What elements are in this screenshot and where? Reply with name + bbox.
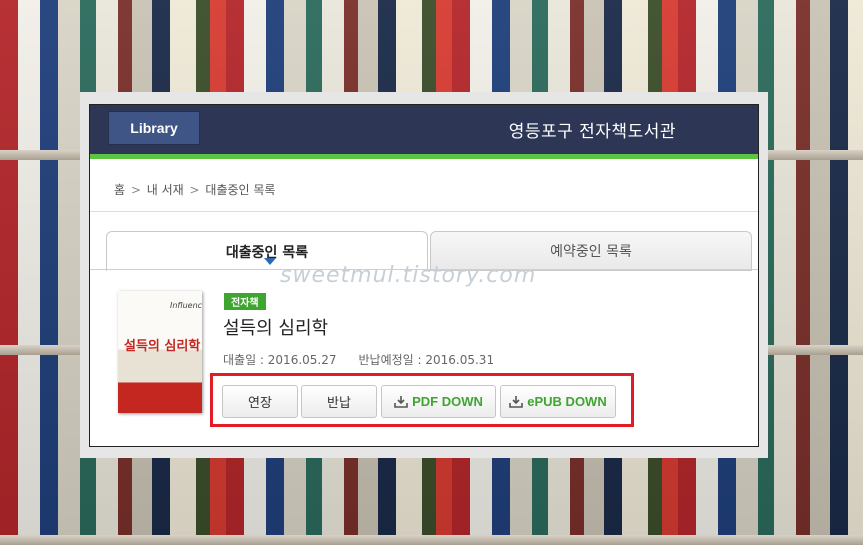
epub-download-label: ePUB DOWN xyxy=(527,394,607,409)
epub-download-button[interactable]: ePUB DOWN xyxy=(500,385,616,418)
pdf-download-button[interactable]: PDF DOWN xyxy=(381,385,496,418)
divider xyxy=(90,211,758,212)
active-tab-caret-icon xyxy=(264,258,276,265)
return-button[interactable]: 반납 xyxy=(301,385,377,418)
cover-tag: Influence xyxy=(170,301,202,310)
loan-date: 대출일 : 2016.05.27 xyxy=(223,353,337,367)
extend-button[interactable]: 연장 xyxy=(222,385,298,418)
shelf-plank xyxy=(0,535,863,545)
download-icon xyxy=(509,395,524,408)
library-button[interactable]: Library xyxy=(108,111,200,145)
book-title[interactable]: 설득의 심리학 xyxy=(223,314,328,340)
breadcrumb-home[interactable]: 홈 xyxy=(114,183,125,197)
breadcrumb: 홈 > 내 서재 > 대출중인 목록 xyxy=(114,181,277,198)
extend-label: 연장 xyxy=(248,396,272,411)
breadcrumb-separator: > xyxy=(189,183,200,197)
site-header: Library 영등포구 전자책도서관 xyxy=(90,105,758,159)
return-date: 반납예정일 : 2016.05.31 xyxy=(358,353,495,367)
breadcrumb-separator: > xyxy=(130,183,141,197)
return-label: 반납 xyxy=(327,396,351,411)
ebook-badge: 전자책 xyxy=(224,293,266,310)
download-icon xyxy=(394,395,408,408)
book-cover[interactable]: Influence 설득의 심리학 xyxy=(118,291,202,413)
breadcrumb-current: 대출중인 목록 xyxy=(205,183,276,197)
cover-title: 설득의 심리학 xyxy=(124,339,201,354)
library-panel: Library 영등포구 전자책도서관 홈 > 내 서재 > 대출중인 목록 대… xyxy=(80,92,768,458)
loan-dates: 대출일 : 2016.05.27 반납예정일 : 2016.05.31 xyxy=(223,351,494,368)
breadcrumb-my-library[interactable]: 내 서재 xyxy=(147,183,184,197)
site-title: 영등포구 전자책도서관 xyxy=(508,122,676,142)
library-page: Library 영등포구 전자책도서관 홈 > 내 서재 > 대출중인 목록 대… xyxy=(89,104,759,447)
watermark: sweetmul.tistory.com xyxy=(280,263,537,288)
pdf-download-label: PDF DOWN xyxy=(412,394,483,409)
